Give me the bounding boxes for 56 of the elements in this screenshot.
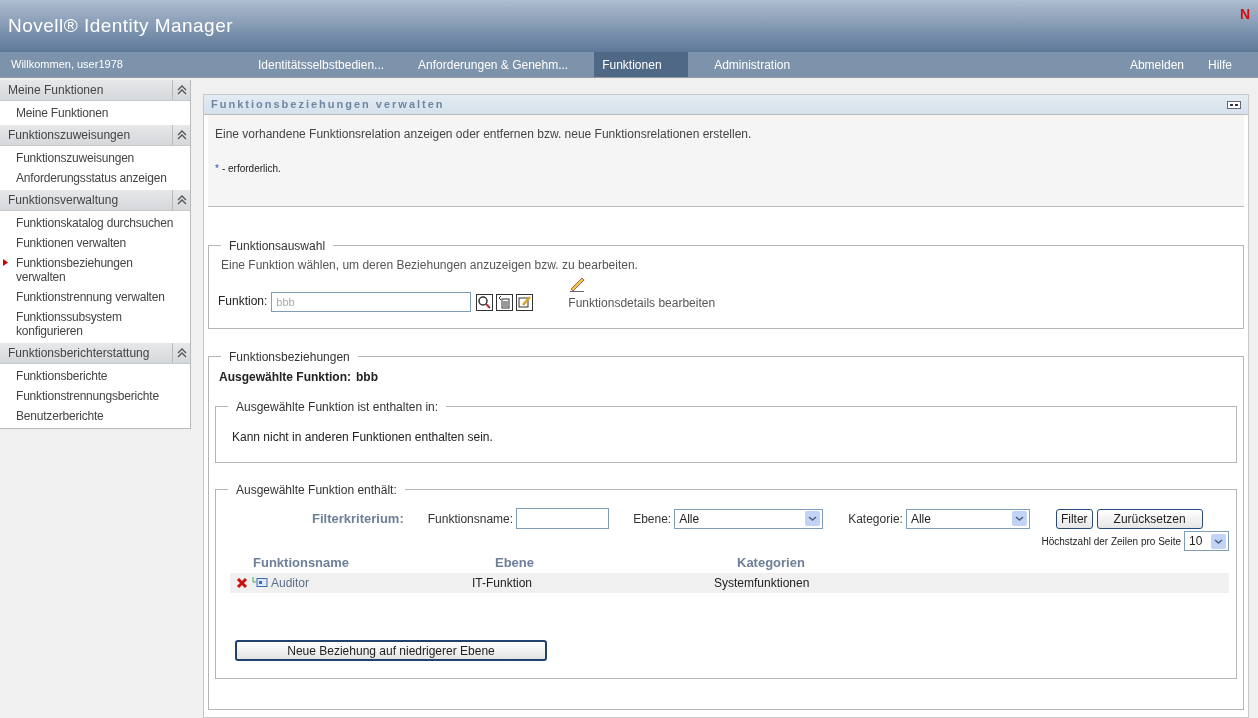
description-text: Eine vorhandene Funktionsrelation anzeigen oder entfernen bzw. neue Funktionsrelationen erstellen. [215,126,753,143]
sidebar-item[interactable]: Funktionsberichte [0,366,190,386]
relation-icon [252,577,268,588]
pencil-icon[interactable] [568,276,587,292]
panel-title: Funktionsbeziehungen verwalten [211,97,445,113]
section-title: Funktionszuweisungen [8,127,131,144]
table-cell-text: IT-Funktion [472,574,534,592]
rows-per-page-label: Höchstzahl der Zeilen pro Seite [1041,534,1181,549]
column-header: Funktionsname [253,554,351,572]
sidebar-item[interactable]: Benutzerberichte [0,406,190,426]
rows-per-page-dropdown[interactable]: 10 [1184,531,1229,551]
category-filter-label: Kategorie: [848,510,903,528]
new-relation-button[interactable]: Neue Beziehung auf niedrigerer Ebene [235,639,547,661]
collapse-icon[interactable] [176,85,187,95]
sidebar-item[interactable]: Funktionsbeziehungen verwalten [0,253,160,287]
required-mark: * [215,162,219,176]
sidebar-item[interactable]: Funktionskatalog durchsuchen [0,213,190,233]
category-dropdown[interactable]: Alle [905,508,1030,529]
collapse-icon[interactable] [176,195,187,205]
layout-icon[interactable] [1227,100,1241,109]
section-title: Meine Funktionen [8,82,104,99]
section-title: Funktionsverwaltung [8,192,119,209]
welcome-text: Willkommen, user1978 [10,57,124,73]
sidebar-item[interactable]: Funktionen verwalten [0,233,190,253]
selected-function-value: bbb [356,369,378,386]
selected-function-label: Ausgewählte Funktion: [219,369,351,386]
selection-hint: Eine Funktion wählen, um deren Beziehungen anzuzeigen bzw. zu bearbeiten. [221,257,639,274]
sidebar-item[interactable]: Meine Funktionen [0,103,190,123]
name-filter-label: Funktionsname: [427,510,514,528]
reset-button[interactable]: Zurücksetzen [1096,508,1203,529]
edit-details-link[interactable]: Funktionsdetails bearbeiten [568,294,716,312]
sidebar-item[interactable]: Funktionstrennung verwalten [0,287,190,307]
sidebar-item[interactable]: Funktionssubsystem konfigurieren [0,307,190,341]
filter-label: Filterkriterium: [312,509,404,528]
sidebar-item[interactable]: Funktionstrennungsberichte [0,386,190,406]
collapse-icon[interactable] [176,130,187,140]
nav-tab[interactable]: Funktionen [594,52,689,77]
app-title: Novell® Identity Manager [8,13,233,38]
delete-icon[interactable] [236,576,248,589]
name-filter-field[interactable] [516,508,610,529]
section-title: Funktionsberichterstattung [8,345,150,362]
column-header: Ebene [495,554,535,572]
sidebar-item[interactable]: Funktionszuweisungen [0,148,190,168]
logo: N [1239,5,1250,24]
filter-button[interactable]: Filter [1055,508,1093,529]
function-name-link[interactable]: Auditor [271,573,310,592]
search-icon[interactable] [476,294,494,311]
table-cell-text: Systemfunktionen [714,574,811,592]
field-label: Funktion: [218,293,268,310]
level-dropdown[interactable]: Alle [674,508,824,529]
collapse-icon[interactable] [176,348,187,358]
column-header: Kategorien [737,554,806,572]
sidebar-item[interactable]: Anforderungsstatus anzeigen [0,168,190,188]
level-filter-label: Ebene: [633,510,672,528]
contained-in-message: Kann nicht in anderen Funktionen enthalten sein. [232,429,494,446]
required-note: - erforderlich. [221,162,281,176]
